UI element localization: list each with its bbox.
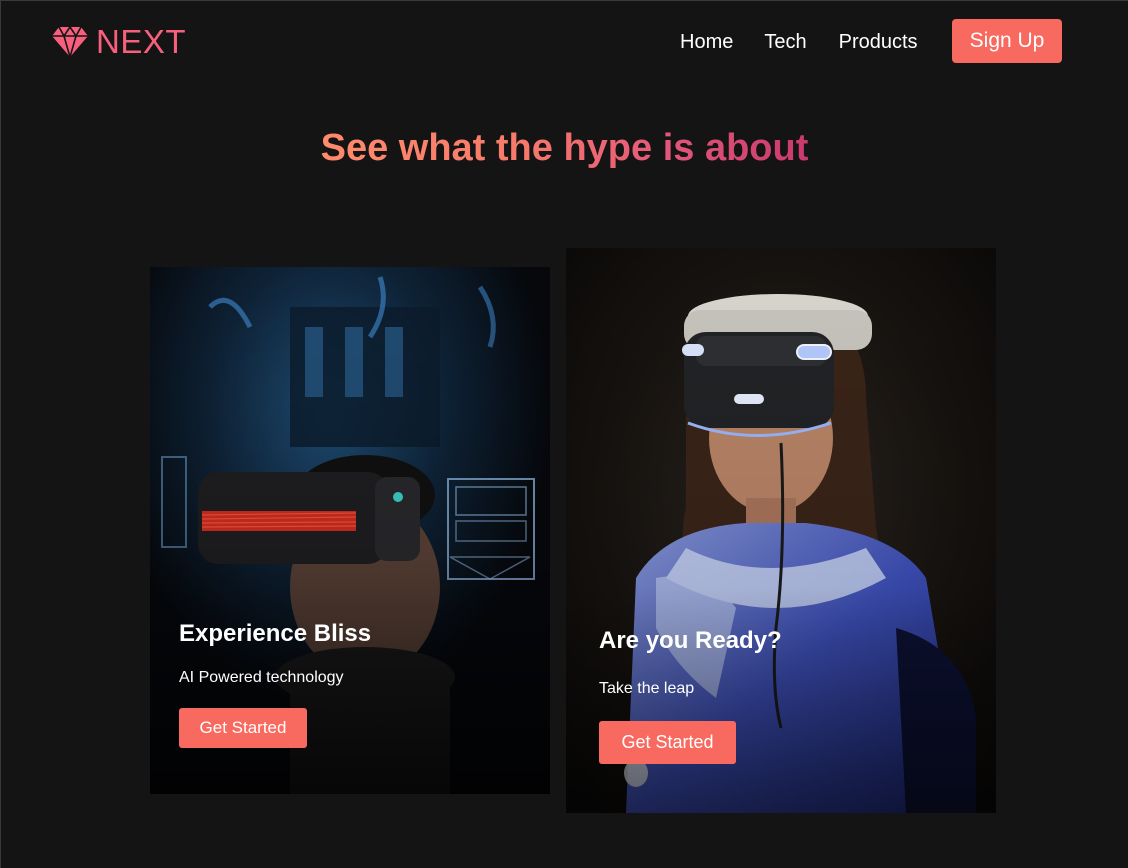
nav-link-home[interactable]: Home: [680, 25, 733, 59]
nav-link-tech[interactable]: Tech: [764, 25, 806, 59]
card-subtitle: Take the leap: [599, 680, 695, 697]
hero-headline: See what the hype is about: [1, 125, 1128, 171]
card-subtitle: AI Powered technology: [179, 669, 344, 686]
get-started-button[interactable]: Get Started: [179, 708, 307, 748]
card-title: Are you Ready?: [599, 627, 782, 654]
sign-up-button[interactable]: Sign Up: [952, 19, 1062, 63]
hero-headline-text: See what the hype is about: [320, 127, 809, 169]
logo[interactable]: NEXT: [51, 23, 186, 61]
feature-card-are-you-ready: Are you Ready? Take the leap Get Started: [566, 248, 996, 813]
nav-link-products[interactable]: Products: [839, 25, 918, 59]
navbar: NEXT Home Tech Products Sign Up: [1, 1, 1128, 85]
diamond-icon: [52, 25, 88, 59]
nav-links: Home Tech Products: [680, 25, 918, 59]
feature-card-experience-bliss: Experience Bliss AI Powered technology G…: [150, 267, 550, 794]
get-started-button[interactable]: Get Started: [599, 721, 736, 764]
logo-text: NEXT: [96, 23, 187, 60]
card-title: Experience Bliss: [179, 620, 372, 647]
